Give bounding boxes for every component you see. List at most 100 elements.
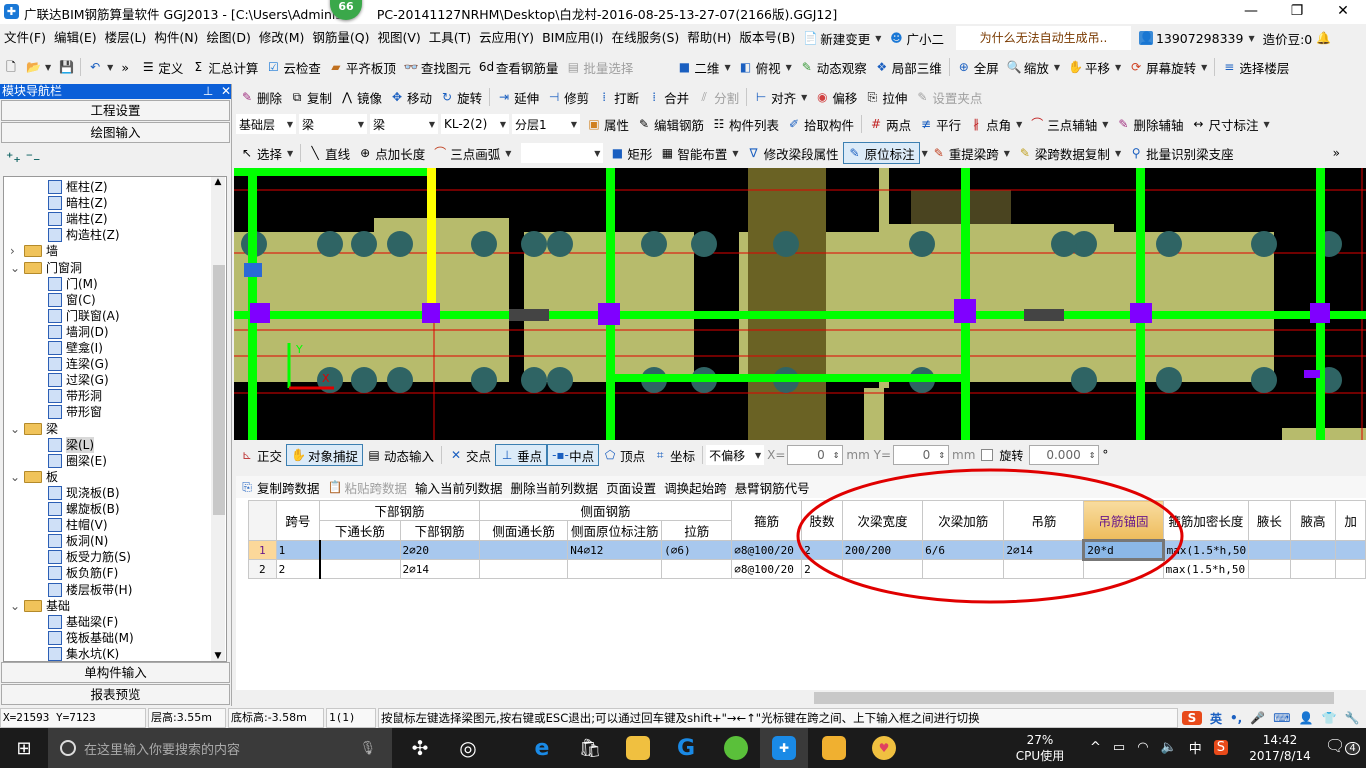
tree-item[interactable]: 墙洞(D) (48, 324, 109, 340)
component-subtype-select[interactable]: 梁 ▼ (370, 114, 438, 134)
break-button[interactable]: ⁞ 打断 (593, 86, 643, 108)
table-row[interactable]: 1 1 2⌀20 N4⌀12 (⌀6) ⌀8@100/20 2 200/200 6/6 2⌀14 2… (248, 539, 1366, 561)
delete-column-data-button[interactable]: 删除当前列数据 (507, 476, 603, 498)
table-cell[interactable]: 2 (275, 559, 321, 579)
header-haunch-height[interactable]: 腋高 (1289, 500, 1337, 541)
table-cell[interactable] (1335, 559, 1366, 579)
chevron-down-icon[interactable]: ⌄ (10, 260, 20, 276)
move-button[interactable]: ✥ 移动 (386, 86, 436, 108)
sogou-tray-icon[interactable]: S (1213, 740, 1229, 755)
horizontal-scrollbar[interactable] (236, 690, 1366, 706)
tree-item[interactable]: ⌄ 板 (10, 469, 58, 485)
tree-item[interactable]: 筏板基础(M) (48, 630, 134, 646)
rectangle-button[interactable]: ■ 矩形 (606, 142, 656, 164)
report-preview-button[interactable]: 报表预览 (1, 684, 230, 705)
row-number[interactable]: 2 (248, 559, 277, 579)
in-situ-annotation-button[interactable]: ✎ 原位标注 (842, 142, 920, 164)
cloud-check-button[interactable]: ☑ 云检查 (262, 56, 325, 78)
header-stirrup-densify-length[interactable]: 箍筋加密长度 (1162, 500, 1250, 541)
tree-scrollbar[interactable]: ▲ ▼ (211, 177, 225, 661)
menu-floor[interactable]: 楼层(L) (101, 26, 151, 50)
merge-button[interactable]: ⁞ 合并 (643, 86, 693, 108)
dimension-button[interactable]: ↔ 尺寸标注 ▼ (1187, 113, 1273, 135)
slab[interactable] (864, 388, 884, 440)
beam[interactable] (234, 168, 434, 176)
offset-button[interactable]: ◉ 偏移 (811, 86, 861, 108)
pick-component-button[interactable]: ✐ 拾取构件 (783, 113, 858, 135)
batch-select-button[interactable]: ▤ 批量选择 (562, 56, 637, 78)
row-number[interactable]: 1 (248, 540, 277, 560)
tree-item[interactable]: 带形窗 (48, 404, 102, 420)
modify-span-attr-button[interactable]: ∇ 修改梁段属性 (743, 142, 843, 164)
cad-drawing[interactable]: Y X (234, 168, 1366, 440)
three-point-arc-button[interactable]: ⌒ 三点画弧 ▼ (429, 142, 515, 164)
tree-item[interactable]: 板负筋(F) (48, 565, 118, 581)
table-cell[interactable] (661, 559, 733, 579)
beam[interactable] (606, 374, 970, 382)
header-hanger-anchorage[interactable]: 吊筋锚固 (1083, 500, 1164, 541)
layer-select[interactable]: 分层1 ▼ (512, 114, 580, 134)
tree-item[interactable]: 板受力筋(S) (48, 549, 131, 565)
component-type-select[interactable]: 梁 ▼ (299, 114, 367, 134)
tree-item[interactable]: 带形洞 (48, 388, 102, 404)
properties-button[interactable]: ▣ 属性 (583, 113, 633, 135)
menu-tools[interactable]: 工具(T) (425, 26, 475, 50)
punctuation-icon[interactable]: •, (1230, 711, 1242, 725)
tree-item[interactable]: 梁(L) (48, 436, 95, 453)
menu-file[interactable]: 文件(F) (0, 26, 50, 50)
set-grip-button[interactable]: ✎ 设置夹点 (911, 86, 986, 108)
ime-mode[interactable]: 英 (1210, 710, 1222, 727)
input-column-data-button[interactable]: 输入当前列数据 (411, 476, 507, 498)
taskbar-app-notes[interactable] (810, 728, 858, 768)
menu-edit[interactable]: 编辑(E) (50, 26, 101, 50)
copy-span-data-button[interactable]: ⎘ 复制跨数据 (236, 476, 324, 498)
dynamic-input-toggle[interactable]: ▤ 动态输入 (363, 444, 438, 466)
table-cell[interactable] (1083, 559, 1164, 579)
table-cell[interactable]: N4⌀12 (567, 540, 663, 560)
microphone-icon[interactable]: 🎤 (1250, 711, 1265, 725)
chevron-down-icon[interactable]: ⌄ (10, 469, 20, 485)
tree-item[interactable]: 端柱(Z) (48, 211, 108, 227)
y-offset-input[interactable]: 0 ⇕ (893, 445, 950, 465)
tree-item[interactable]: 基础梁(F) (48, 614, 118, 630)
table-cell[interactable]: 2⌀14 (1003, 540, 1085, 560)
offset-mode-select[interactable]: 不偏移 ▼ (706, 445, 765, 465)
menu-view[interactable]: 视图(V) (373, 26, 424, 50)
table-row[interactable]: 2 2 2⌀14 ⌀8@100/20 2 max(1.5*h,50 (248, 559, 1366, 579)
header-haunch-length[interactable]: 腋长 (1248, 500, 1291, 541)
table-cell[interactable] (478, 559, 569, 579)
overflow-icon[interactable]: » (1333, 146, 1366, 160)
table-cell[interactable] (1248, 559, 1291, 579)
open-file-button[interactable]: 📂 ▼ (22, 56, 55, 78)
parallel-axis-button[interactable]: ≢ 平行 (915, 113, 965, 135)
assistant-button[interactable]: ☻ 广小二 (885, 27, 948, 49)
bell-icon[interactable]: 🔔 (1316, 31, 1331, 45)
taskbar-app-edge[interactable]: e (518, 728, 566, 768)
perpendicular-snap[interactable]: ⊥ 垂点 (495, 444, 548, 466)
user-icon[interactable]: 👤 (1299, 711, 1314, 725)
overflow-icon[interactable]: » (117, 56, 137, 78)
table-cell[interactable] (922, 559, 1005, 579)
table-cell[interactable] (1003, 559, 1085, 579)
start-button[interactable]: ⊞ (0, 728, 48, 768)
undo-button[interactable]: ↶ ▼ (84, 56, 117, 78)
collapse-all-icon[interactable]: ⁻₋ (26, 150, 41, 166)
taskbar-app-fan[interactable]: ✣ (396, 728, 444, 768)
taskbar-app-browser[interactable]: ◎ (444, 728, 492, 768)
header-bottom-continuous[interactable]: 下通长筋 (319, 520, 401, 541)
scroll-up-icon[interactable]: ▲ (211, 177, 225, 187)
align-slab-top-button[interactable]: ▰ 平齐板顶 (325, 56, 400, 78)
table-cell[interactable]: 20*d (1082, 539, 1165, 561)
sogou-icon[interactable]: S (1182, 711, 1202, 725)
keyboard-icon[interactable]: ⌨ (1273, 711, 1290, 725)
arc-option-select[interactable]: ▼ (521, 143, 604, 163)
header-hanger-bar[interactable]: 吊筋 (1003, 500, 1085, 541)
pin-icon[interactable]: ⊥ (203, 84, 213, 98)
table-cell[interactable] (318, 559, 401, 579)
header-bottom-rebar[interactable]: 下部钢筋 (399, 520, 480, 541)
taskbar-app-ggj-active[interactable]: ✚ (760, 728, 808, 768)
h-scroll-thumb[interactable] (814, 692, 1334, 704)
skin-icon[interactable]: 👕 (1321, 711, 1336, 725)
object-snap-toggle[interactable]: ✋ 对象捕捉 (286, 444, 364, 466)
tree-item[interactable]: 门联窗(A) (48, 308, 120, 324)
